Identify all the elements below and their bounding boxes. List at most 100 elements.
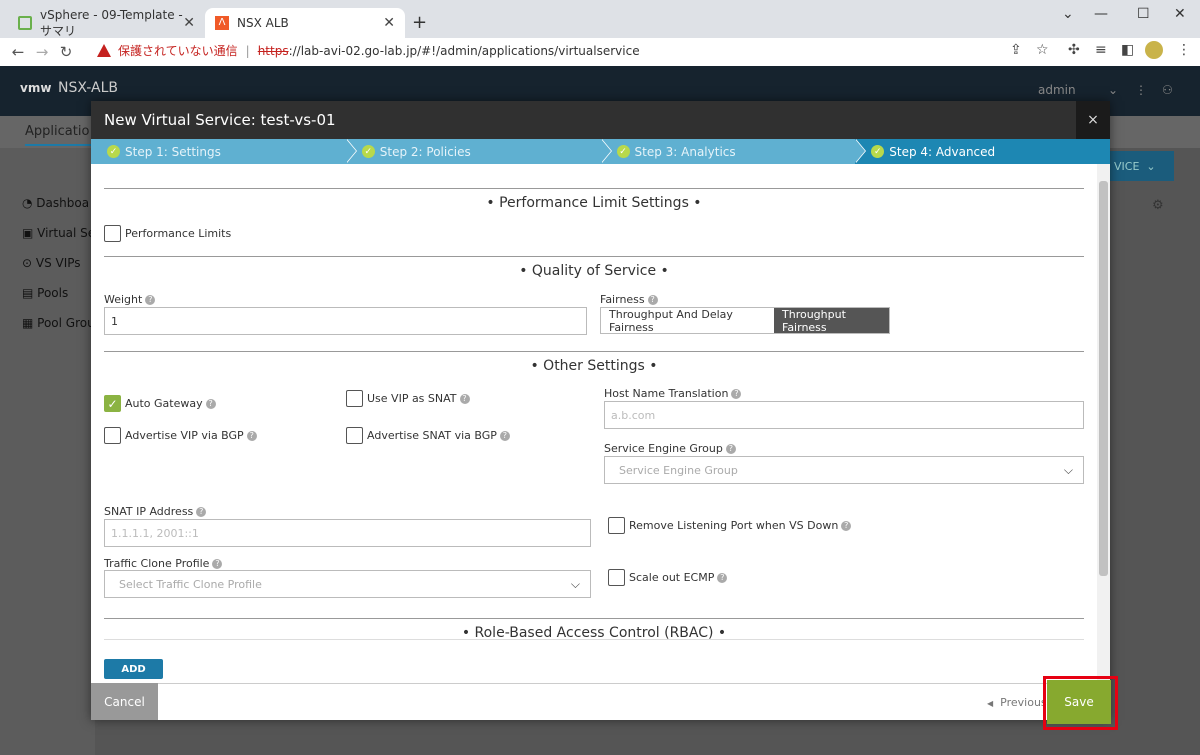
fairness-option-throughput[interactable]: Throughput Fairness [774,308,889,334]
warning-triangle-icon[interactable] [97,44,111,57]
host-name-placeholder: a.b.com [611,408,656,422]
subnav-underline [25,144,91,146]
fairness-toggle: Throughput And Delay Fairness Throughput… [600,307,890,334]
sidebar-item-pool-groups[interactable]: ▦ Pool Grou [22,316,95,330]
create-virtual-service-button[interactable]: VICE ⌄ [1110,151,1174,181]
help-icon[interactable]: ? [459,394,470,404]
weight-label: Weight? [104,293,156,306]
sidebar-label: Dashboa [36,196,90,210]
cancel-button[interactable]: Cancel [91,683,158,720]
create-label: VICE [1114,159,1140,173]
section-title-performance: • Performance Limit Settings • [486,195,702,211]
caret-left-icon: ◀ [987,699,994,708]
help-icon[interactable]: ? [725,444,736,454]
address-bar[interactable]: 保護されていない通信 | https://lab-avi-02.go-lab.j… [118,42,640,59]
section-title-qos: • Quality of Service • [519,263,669,279]
profile-avatar[interactable] [1145,41,1163,59]
side-panel-icon[interactable]: ◧ [1121,42,1134,58]
sidebar-label: Pools [37,286,69,300]
scale-out-ecmp-label: Scale out ECMP? [629,571,728,584]
browser-tab-nsx-alb[interactable]: Λ NSX ALB ✕ [205,8,405,38]
section-divider [104,351,1084,352]
extensions-puzzle-icon[interactable]: ✣ [1068,42,1080,58]
help-icon[interactable]: ? [212,559,223,569]
help-icon[interactable]: ? [717,573,728,583]
service-engine-group-select[interactable]: Service Engine Group ⌵ [604,456,1084,484]
traffic-clone-text: Traffic Clone Profile [104,557,210,570]
sidebar-label: VS VIPs [35,256,81,270]
help-icon[interactable]: ? [205,399,216,409]
vmware-logo: vmw [20,81,52,95]
sidebar-item-dashboard[interactable]: ◔ Dashboa [22,196,89,210]
scale-out-ecmp-checkbox[interactable] [608,569,625,586]
weight-input[interactable]: 1 [104,307,587,335]
host-name-input[interactable]: a.b.com [604,401,1084,429]
user-icon[interactable]: ⚇ [1162,83,1173,97]
advertise-vip-checkbox[interactable] [104,427,121,444]
forward-arrow-icon[interactable]: → [30,43,54,61]
help-icon[interactable]: ? [647,295,658,305]
kebab-menu-icon[interactable]: ⋮ [1177,42,1191,58]
fairness-label: Fairness? [600,293,658,306]
step-settings[interactable]: ✓ Step 1: Settings [91,139,357,164]
help-icon[interactable]: ? [246,431,257,441]
help-icon[interactable]: ? [731,389,742,399]
new-tab-plus-icon[interactable]: + [412,12,427,33]
help-icon[interactable]: ? [145,295,156,305]
auto-gateway-checkbox[interactable]: ✓ [104,395,121,412]
sidebar-label: Pool Grou [37,316,95,330]
help-icon[interactable]: ? [499,431,510,441]
traffic-clone-select[interactable]: Select Traffic Clone Profile ⌵ [104,570,591,598]
seg-label: Service Engine Group? [604,442,736,455]
back-arrow-icon[interactable]: ← [6,43,30,61]
seg-label-text: Service Engine Group [604,442,723,455]
step-advanced[interactable]: ✓ Step 4: Advanced [855,139,1110,164]
step-label: Step 4: Advanced [889,144,996,159]
chevron-down-icon: ⌵ [570,576,580,591]
step-policies[interactable]: ✓ Step 2: Policies [345,139,612,164]
sidebar-item-pools[interactable]: ▤ Pools [22,286,68,300]
advertise-snat-checkbox[interactable] [346,427,363,444]
snat-ip-placeholder: 1.1.1.1, 2001::1 [111,526,199,540]
subnav-applications[interactable]: Applicatio [25,124,89,139]
media-control-icon[interactable]: ≡ [1095,42,1107,58]
help-icon[interactable]: ? [196,507,207,517]
maximize-icon[interactable]: ☐ [1137,6,1150,22]
performance-limits-checkbox[interactable] [104,225,121,242]
browser-tab-vsphere[interactable]: vSphere - 09-Template - サマリ ✕ [8,8,205,38]
user-chevron-icon[interactable]: ⌄ [1108,83,1118,97]
tab-search-chevron-icon[interactable]: ⌄ [1062,6,1074,22]
remove-listening-port-checkbox[interactable] [608,517,625,534]
settings-gear-icon[interactable]: ⚙ [1152,198,1164,213]
tab-close-icon[interactable]: ✕ [183,15,195,31]
snat-ip-text: SNAT IP Address [104,505,194,518]
weight-label-text: Weight [104,293,143,306]
sidebar-item-virtual-services[interactable]: ▣ Virtual Se [22,226,95,240]
advertise-snat-text: Advertise SNAT via BGP [367,429,497,442]
sidebar-item-vs-vips[interactable]: ⊙ VS VIPs [22,256,81,270]
share-icon[interactable]: ⇪ [1010,42,1022,58]
use-vip-snat-checkbox[interactable] [346,390,363,407]
tab-close-icon[interactable]: ✕ [383,15,395,31]
help-icon[interactable]: ? [841,521,852,531]
close-icon: × [1087,112,1099,128]
modal-scrollbar-thumb[interactable] [1099,181,1108,576]
rbac-add-button[interactable]: ADD [104,659,163,679]
section-divider [104,618,1084,619]
use-vip-snat-label: Use VIP as SNAT? [367,392,470,405]
minimize-icon[interactable]: — [1094,6,1108,22]
fairness-option-throughput-delay[interactable]: Throughput And Delay Fairness [601,308,774,334]
snat-ip-input[interactable]: 1.1.1.1, 2001::1 [104,519,591,547]
window-close-icon[interactable]: ✕ [1174,6,1186,22]
modal-footer [91,683,1110,720]
chevron-down-icon: ⌵ [1063,462,1073,477]
bookmark-star-icon[interactable]: ☆ [1036,42,1049,58]
modal-close-button[interactable]: × [1076,101,1110,139]
reload-icon[interactable]: ↻ [54,43,78,61]
app-kebab-icon[interactable]: ⋮ [1135,83,1147,97]
previous-button[interactable]: ◀ Previous [987,696,1047,709]
user-menu[interactable]: admin [1038,83,1076,97]
step-analytics[interactable]: ✓ Step 3: Analytics [600,139,866,164]
save-highlight-box [1043,676,1118,730]
snat-ip-label: SNAT IP Address? [104,505,207,518]
